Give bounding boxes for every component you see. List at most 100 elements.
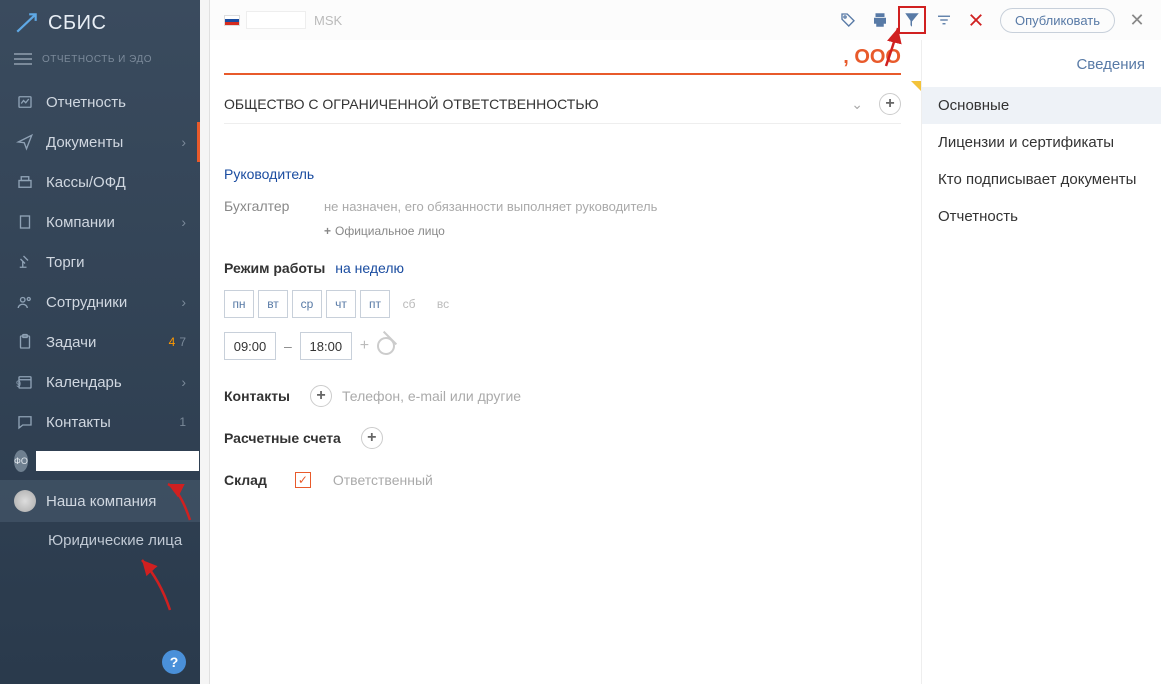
side-item-signers[interactable]: Кто подписывает документы <box>922 161 1161 198</box>
nav-label: Отчетность <box>46 94 186 111</box>
time-from-input[interactable] <box>224 332 276 360</box>
chat-icon <box>14 412 36 432</box>
dash: – <box>284 338 292 354</box>
nav-label: Календарь <box>46 374 181 391</box>
nav-label: Документы <box>46 134 181 151</box>
clipboard-icon <box>14 332 36 352</box>
contacts-title: Контакты <box>224 388 290 404</box>
nav-companies[interactable]: Компании › <box>0 202 200 242</box>
building-icon <box>14 212 36 232</box>
company-suffix: , ООО <box>843 46 901 69</box>
day-tue[interactable]: вт <box>258 290 288 318</box>
accountant-placeholder[interactable]: не назначен, его обязанности выполняет р… <box>324 199 657 214</box>
chevron-right-icon: › <box>181 134 186 150</box>
nav-staff[interactable]: Сотрудники › <box>0 282 200 322</box>
close-button[interactable]: ✕ <box>1123 6 1151 34</box>
nav-contacts[interactable]: Контакты 1 <box>0 402 200 442</box>
report-icon <box>14 92 36 112</box>
sidebar-header: СБИС <box>0 0 200 44</box>
full-name-row: ОБЩЕСТВО С ОГРАНИЧЕННОЙ ОТВЕТСТВЕННОСТЬЮ… <box>224 85 901 124</box>
nav-reports[interactable]: Отчетность <box>0 82 200 122</box>
day-wed[interactable]: ср <box>292 290 322 318</box>
logo-icon <box>14 10 40 36</box>
globe-icon <box>14 490 36 512</box>
body-row: , ООО ОБЩЕСТВО С ОГРАНИЧЕННОЙ ОТВЕТСТВЕН… <box>210 40 1161 684</box>
nav-label: Контакты <box>46 414 179 431</box>
nav-cashboxes[interactable]: Кассы/ОФД <box>0 162 200 202</box>
nav-tenders[interactable]: Торги <box>0 242 200 282</box>
nav-label: Задачи <box>46 334 169 351</box>
filter-icon[interactable] <box>930 6 958 34</box>
side-item-reports[interactable]: Отчетность <box>922 198 1161 235</box>
accountant-label: Бухгалтер <box>224 198 324 214</box>
sidebar-search-input[interactable] <box>36 451 199 471</box>
sklad-title: Склад <box>224 472 267 488</box>
side-panel-title[interactable]: Сведения <box>922 50 1161 87</box>
add-time-icon[interactable]: + <box>360 337 369 355</box>
publish-button[interactable]: Опубликовать <box>1000 8 1115 33</box>
nav-documents[interactable]: Документы › <box>0 122 200 162</box>
day-sat[interactable]: сб <box>394 290 424 318</box>
nav-tasks[interactable]: Задачи 4 7 <box>0 322 200 362</box>
nav-label: Юридические лица <box>48 532 186 549</box>
sidebar: СБИС ОТЧЕТНОСТЬ И ЭДО Отчетность Докумен… <box>0 0 200 684</box>
flag-ru-icon <box>224 15 240 26</box>
no-break-icon[interactable] <box>377 337 395 355</box>
add-button[interactable]: + <box>879 93 901 115</box>
cashbox-icon <box>14 172 36 192</box>
nav-our-company[interactable]: Наша компания <box>0 480 200 522</box>
nav-calendar[interactable]: 9 Календарь › <box>0 362 200 402</box>
add-account-button[interactable]: + <box>361 427 383 449</box>
timezone-label: MSK <box>314 13 342 28</box>
day-mon[interactable]: пн <box>224 290 254 318</box>
schedule-link[interactable]: на неделю <box>335 260 404 276</box>
app-title: СБИС <box>48 12 106 35</box>
chevron-down-icon[interactable]: ⌄ <box>845 96 869 113</box>
plus-icon: + <box>324 224 331 238</box>
leader-label[interactable]: Руководитель <box>224 166 324 182</box>
nav-label: Сотрудники <box>46 294 181 311</box>
topbar: MSK Опубликовать ✕ <box>210 0 1161 40</box>
app-subtitle: ОТЧЕТНОСТЬ И ЭДО <box>42 54 152 65</box>
time-row: – + <box>224 332 901 360</box>
nav-label: Наша компания <box>46 493 186 510</box>
menu-icon[interactable] <box>14 50 32 68</box>
time-to-input[interactable] <box>300 332 352 360</box>
region-box[interactable] <box>246 11 306 29</box>
add-official-label: Официальное лицо <box>335 224 445 238</box>
delete-icon[interactable] <box>962 6 990 34</box>
side-item-main[interactable]: Основные <box>922 87 1161 124</box>
day-fri[interactable]: пт <box>360 290 390 318</box>
add-official-button[interactable]: + Официальное лицо <box>324 222 901 246</box>
print-icon[interactable] <box>866 6 894 34</box>
main-area: MSK Опубликовать ✕ , ООО ОБЩЕСТВО С ОГРА… <box>200 0 1161 684</box>
tag-icon[interactable] <box>834 6 862 34</box>
nav-label: Компании <box>46 214 181 231</box>
sklad-checkbox[interactable]: ✓ <box>295 472 311 488</box>
help-button[interactable]: ? <box>162 650 186 674</box>
chevron-right-icon: › <box>181 294 186 310</box>
sklad-section: Склад ✓ Ответственный <box>224 464 901 496</box>
full-name[interactable]: ОБЩЕСТВО С ОГРАНИЧЕННОЙ ОТВЕТСТВЕННОСТЬЮ <box>224 96 845 112</box>
send-to-icon[interactable] <box>898 6 926 34</box>
leader-row: Руководитель <box>224 158 901 190</box>
badge-count: 1 <box>179 415 186 429</box>
gavel-icon <box>14 252 36 272</box>
nav-legal-entities[interactable]: Юридические лица <box>0 522 200 559</box>
badge-new: 4 <box>169 335 176 349</box>
contacts-section: Контакты + Телефон, e-mail или другие <box>224 380 901 412</box>
nav-label: Торги <box>46 254 186 271</box>
accounts-section: Расчетные счета + <box>224 422 901 454</box>
sklad-value[interactable]: Ответственный <box>333 472 433 488</box>
calendar-icon: 9 <box>14 372 36 392</box>
day-thu[interactable]: чт <box>326 290 356 318</box>
content: MSK Опубликовать ✕ , ООО ОБЩЕСТВО С ОГРА… <box>210 0 1161 684</box>
side-item-licenses[interactable]: Лицензии и сертификаты <box>922 124 1161 161</box>
schedule-title: Режим работы <box>224 260 325 276</box>
add-contact-button[interactable]: + <box>310 385 332 407</box>
contacts-placeholder[interactable]: Телефон, e-mail или другие <box>342 388 521 404</box>
day-sun[interactable]: вс <box>428 290 458 318</box>
user-avatar[interactable]: ФО <box>14 450 28 472</box>
company-name-row[interactable]: , ООО <box>224 40 901 75</box>
weekdays-row: пн вт ср чт пт сб вс <box>224 290 901 318</box>
